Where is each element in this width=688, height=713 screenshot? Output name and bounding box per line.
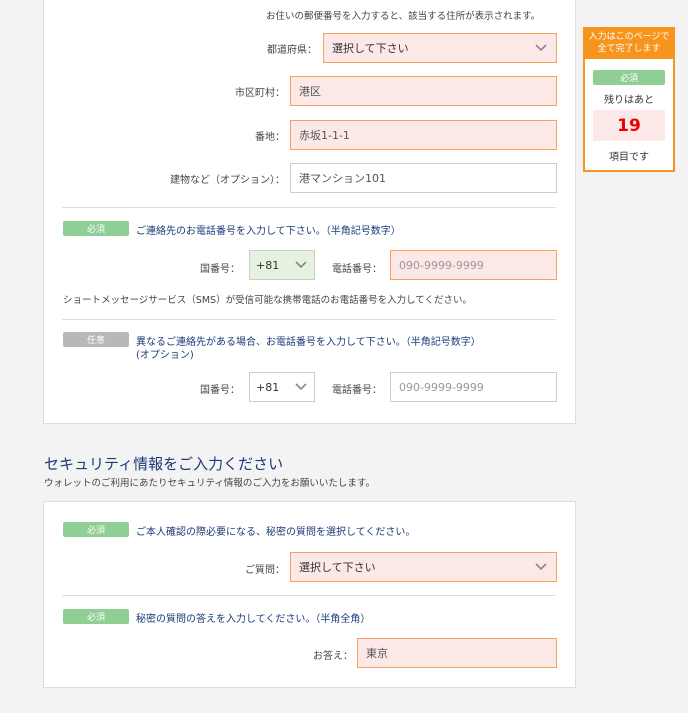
chevron-down-icon	[534, 41, 548, 55]
phone-label: 電話番号：	[332, 385, 382, 396]
secret-question-prompt: ご本人確認の際必要になる、秘密の質問を選択してください。	[136, 527, 416, 538]
prefecture-select[interactable]: 選択して下さい	[323, 33, 557, 63]
prefecture-value: 選択して下さい	[332, 42, 409, 55]
optional-badge: 任意	[63, 332, 129, 347]
phone-input-secondary[interactable]: 090-9999-9999	[390, 372, 557, 402]
divider	[62, 595, 556, 596]
divider	[62, 319, 556, 320]
chevron-down-icon	[294, 258, 308, 272]
city-value: 港区	[299, 85, 321, 98]
country-code-label: 国番号：	[200, 385, 240, 396]
secret-answer-prompt: 秘密の質問の答えを入力してください。（半角全角）	[136, 614, 371, 625]
prefecture-label: 都道府県：	[267, 45, 317, 56]
city-input[interactable]: 港区	[290, 76, 557, 106]
street-input[interactable]: 赤坂1-1-1	[290, 120, 557, 150]
remaining-count: 19	[593, 110, 665, 141]
secret-question-select[interactable]: 選択して下さい	[290, 552, 557, 582]
security-title: セキュリティ情報をご入力ください	[44, 455, 284, 473]
required-badge: 必須	[63, 609, 129, 624]
building-input[interactable]: 港マンション101	[290, 163, 557, 193]
phone-label: 電話番号：	[332, 264, 382, 275]
country-code-select-secondary[interactable]: +81	[249, 372, 315, 402]
country-code-value: +81	[256, 380, 280, 394]
remaining-unit: 項目です	[609, 152, 649, 163]
phone-placeholder: 090-9999-9999	[399, 380, 484, 394]
security-subtitle: ウォレットのご利用にあたりセキュリティ情報のご入力をお願いいたします。	[44, 478, 375, 489]
building-value: 港マンション101	[299, 172, 386, 185]
phone-input[interactable]: 090-9999-9999	[390, 250, 557, 280]
sms-note: ショートメッセージサービス（SMS）が受信可能な携帯電話のお電話番号を入力してく…	[63, 295, 472, 306]
building-label: 建物など（オプション）：	[170, 175, 285, 186]
security-card: 必須 ご本人確認の際必要になる、秘密の質問を選択してください。 ご質問： 選択し…	[43, 501, 576, 688]
secret-question-value: 選択して下さい	[299, 561, 376, 574]
progress-header: 入力はこのページで全て完了します	[585, 29, 673, 59]
divider	[62, 207, 556, 208]
street-value: 赤坂1-1-1	[299, 129, 350, 142]
remaining-label: 残りはあと	[604, 95, 654, 106]
address-phone-card: お住いの郵便番号を入力すると、該当する住所が表示されます。 都道府県： 選択して…	[43, 0, 576, 424]
phone-primary-question: ご連絡先のお電話番号を入力して下さい。（半角記号数字）	[136, 226, 401, 237]
chevron-down-icon	[534, 560, 548, 574]
city-label: 市区町村：	[235, 88, 285, 99]
street-label: 番地：	[255, 132, 285, 143]
secret-answer-input[interactable]: 東京	[357, 638, 557, 668]
postal-note: お住いの郵便番号を入力すると、該当する住所が表示されます。	[266, 11, 541, 22]
secret-question-label: ご質問：	[245, 565, 285, 576]
required-badge: 必須	[63, 522, 129, 537]
required-badge: 必須	[593, 70, 665, 85]
phone-placeholder: 090-9999-9999	[399, 258, 484, 272]
country-code-label: 国番号：	[200, 264, 240, 275]
secret-answer-value: 東京	[366, 647, 388, 660]
secret-answer-label: お答え：	[313, 651, 353, 662]
progress-panel: 入力はこのページで全て完了します 必須 残りはあと 19 項目です	[583, 27, 675, 172]
country-code-select[interactable]: +81	[249, 250, 315, 280]
phone-secondary-optional: (オプション)	[136, 350, 194, 361]
chevron-down-icon	[294, 380, 308, 394]
country-code-value: +81	[256, 258, 280, 272]
required-badge: 必須	[63, 221, 129, 236]
